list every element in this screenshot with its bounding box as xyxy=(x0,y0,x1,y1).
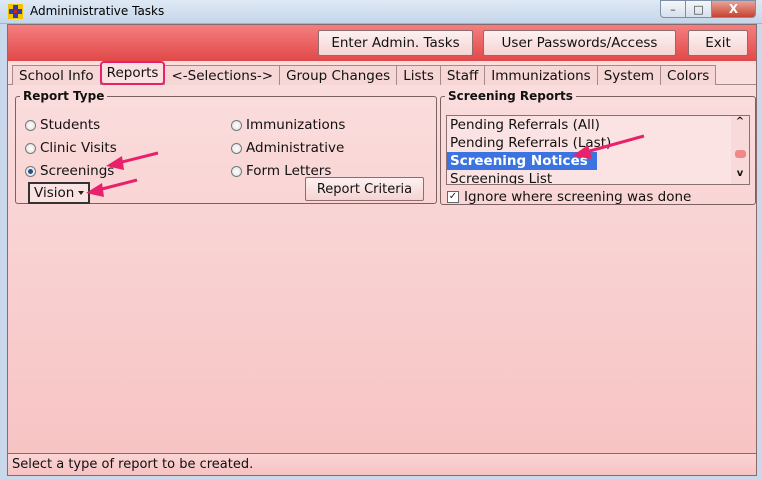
arrow-annotation-icon xyxy=(572,134,645,159)
tab-reports[interactable]: Reports xyxy=(99,61,166,85)
arrow-annotation-icon xyxy=(86,178,138,197)
arrow-annotation-icon xyxy=(106,151,159,170)
